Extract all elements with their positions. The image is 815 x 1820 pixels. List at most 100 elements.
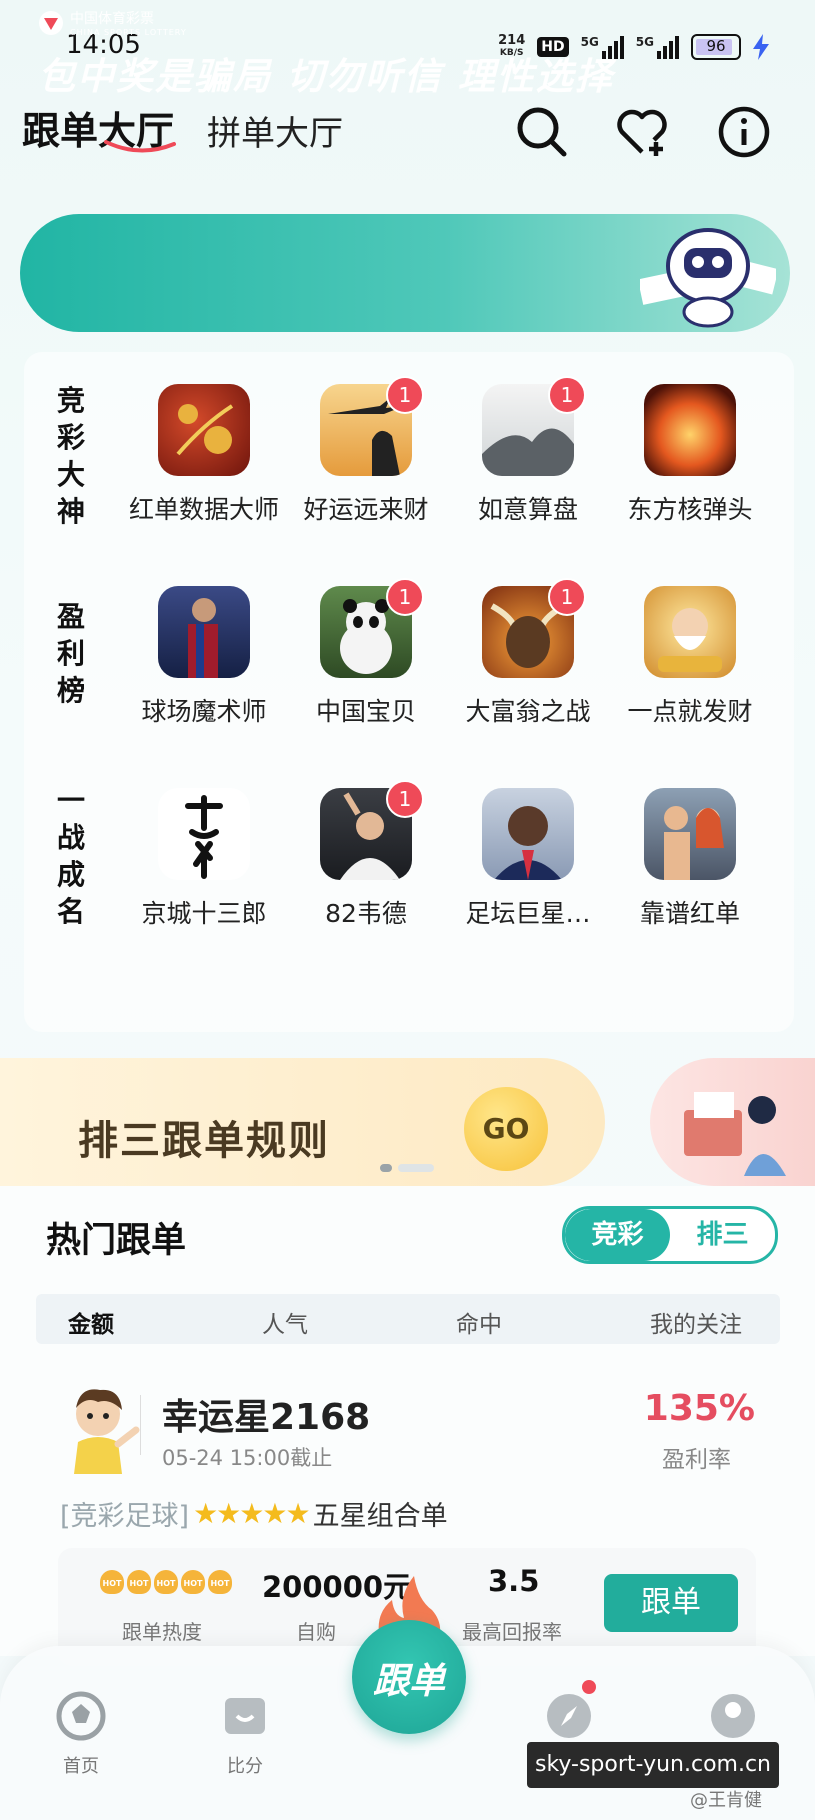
expert-item[interactable]: 球场魔术师 (124, 586, 284, 728)
row-label-experts: 竞彩大神 (56, 384, 85, 528)
flame-icon: HOT (208, 1570, 232, 1594)
lottery-logo-icon (39, 10, 63, 35)
expert-name: 靠谱红单 (639, 899, 740, 928)
expert-name: 大富翁之战 (465, 697, 591, 726)
notification-badge: 1 (386, 780, 424, 818)
expert-item[interactable]: 京城十三郎 (124, 788, 284, 930)
banner-text: 包中奖是骗局 切勿听信 理性选择 (38, 55, 614, 98)
football-icon (56, 1691, 106, 1741)
sort-popularity[interactable]: 人气 (262, 1305, 308, 1339)
nav-scores-label: 比分 (227, 1756, 263, 1777)
user-avatar[interactable] (60, 1382, 142, 1474)
lottery-type-toggle[interactable]: 竞彩 排三 (562, 1206, 778, 1264)
toggle-paisan[interactable]: 排三 (670, 1209, 775, 1261)
user-name[interactable]: 幸运星2168 (162, 1388, 370, 1440)
promo-title: 排三跟单规则 (78, 1117, 330, 1164)
watermark-author: @王肯健 (690, 1790, 762, 1811)
flame-icon: HOT (154, 1570, 178, 1594)
notification-badge: 1 (548, 578, 586, 616)
tab-group-hall[interactable]: 拼单大厅 (207, 106, 343, 155)
info-icon[interactable] (716, 104, 772, 160)
expert-name: 京城十三郎 (141, 899, 267, 928)
sort-my-follows[interactable]: 我的关注 (650, 1305, 742, 1339)
amount-label: 自购 (296, 1620, 336, 1644)
avatar (644, 586, 736, 678)
heat-flames: HOT HOT HOT HOT HOT (100, 1570, 232, 1594)
logo-text-cn: 中国体育彩票 (70, 11, 154, 27)
expert-name: 东方核弹头 (627, 495, 753, 524)
scoreboard-icon (225, 1698, 265, 1734)
profit-rate-label: 盈利率 (662, 1447, 731, 1473)
notification-badge: 1 (548, 376, 586, 414)
promo-go-button[interactable]: GO (464, 1087, 548, 1171)
expert-item[interactable]: 一点就发财 (610, 586, 770, 728)
heart-add-icon[interactable] (614, 104, 670, 160)
avatar (158, 586, 250, 678)
signal-icon-2: 5G (636, 35, 679, 59)
profit-rate-value: 135% (643, 1388, 755, 1429)
profile-icon (711, 1694, 755, 1738)
nav-notification-dot (582, 1680, 596, 1694)
expert-name: 球场魔术师 (141, 697, 267, 726)
flame-icon: HOT (127, 1570, 151, 1594)
nav-home[interactable]: 首页 (36, 1690, 126, 1778)
avatar (158, 384, 250, 476)
expert-item[interactable]: 1 好运远来财 (286, 376, 446, 526)
deadline: 05-24 15:00截止 (162, 1446, 333, 1470)
row-label-profit: 盈利榜 (56, 600, 85, 707)
sort-hit-rate[interactable]: 命中 (456, 1305, 502, 1339)
expert-name: 红单数据大师 (128, 495, 279, 524)
mascot-icon (640, 228, 776, 328)
expert-item[interactable]: 靠谱红单 (610, 788, 770, 930)
expert-item[interactable]: 1 中国宝贝 (286, 578, 446, 728)
expert-name: 一点就发财 (627, 697, 753, 726)
carousel-dot[interactable] (398, 1164, 434, 1172)
expert-name: 82韦德 (325, 899, 407, 928)
expert-item[interactable]: 1 大富翁之战 (448, 578, 608, 728)
plan-tag-line: [竞彩足球] ★★★★★ 五星组合单 (60, 1494, 448, 1533)
expert-name: 足坛巨星… (465, 899, 591, 928)
expert-item[interactable]: 1 82韦德 (286, 780, 446, 930)
lottery-warning-banner[interactable] (20, 214, 790, 332)
sort-amount[interactable]: 金额 (68, 1305, 114, 1339)
notification-badge: 1 (386, 578, 424, 616)
divider (140, 1395, 141, 1455)
expert-item[interactable]: 东方核弹头 (610, 384, 770, 526)
promo-next-slide[interactable] (650, 1058, 815, 1186)
search-icon[interactable] (514, 104, 570, 160)
lottery-logo: 中国体育彩票 CHINA SPORTS LOTTERY (38, 8, 187, 37)
avatar (482, 788, 574, 880)
watermark: sky-sport-yun.com.cn (527, 1742, 779, 1788)
illustration-icon (684, 1092, 786, 1176)
expert-item[interactable]: 足坛巨星… (448, 788, 608, 930)
toggle-jingcai[interactable]: 竞彩 (565, 1209, 670, 1261)
expert-item[interactable]: 红单数据大师 (124, 384, 284, 526)
max-return-value: 3.5 (488, 1564, 540, 1598)
battery-level: 96 (706, 37, 726, 55)
active-tab-indicator (104, 140, 176, 153)
avatar (644, 384, 736, 476)
charging-icon (753, 34, 769, 60)
max-return-label: 最高回报率 (462, 1620, 562, 1644)
flame-icon: HOT (181, 1570, 205, 1594)
row-label-famous: 一战成名 (56, 784, 85, 928)
avatar (158, 788, 250, 880)
nav-scores[interactable]: 比分 (200, 1690, 290, 1778)
expert-name: 如意算盘 (477, 495, 578, 524)
carousel-dot-active[interactable] (380, 1164, 392, 1172)
heat-label: 跟单热度 (122, 1620, 202, 1644)
signal-label-2: 5G (635, 35, 654, 49)
expert-name: 好运远来财 (303, 495, 429, 524)
star-rating-icon: ★★★★★ (193, 1497, 311, 1530)
center-follow-label: 跟单 (372, 1661, 445, 1702)
follow-button[interactable]: 跟单 (604, 1574, 738, 1632)
section-title: 热门跟单 (46, 1221, 187, 1261)
lottery-tag: [竞彩足球] (60, 1501, 190, 1532)
notification-badge: 1 (386, 376, 424, 414)
flame-icon: HOT (100, 1570, 124, 1594)
expert-item[interactable]: 1 如意算盘 (448, 376, 608, 526)
expert-name: 中国宝贝 (315, 697, 416, 726)
avatar (644, 788, 736, 880)
nav-home-label: 首页 (63, 1756, 99, 1777)
battery-icon: 96 (691, 34, 741, 60)
